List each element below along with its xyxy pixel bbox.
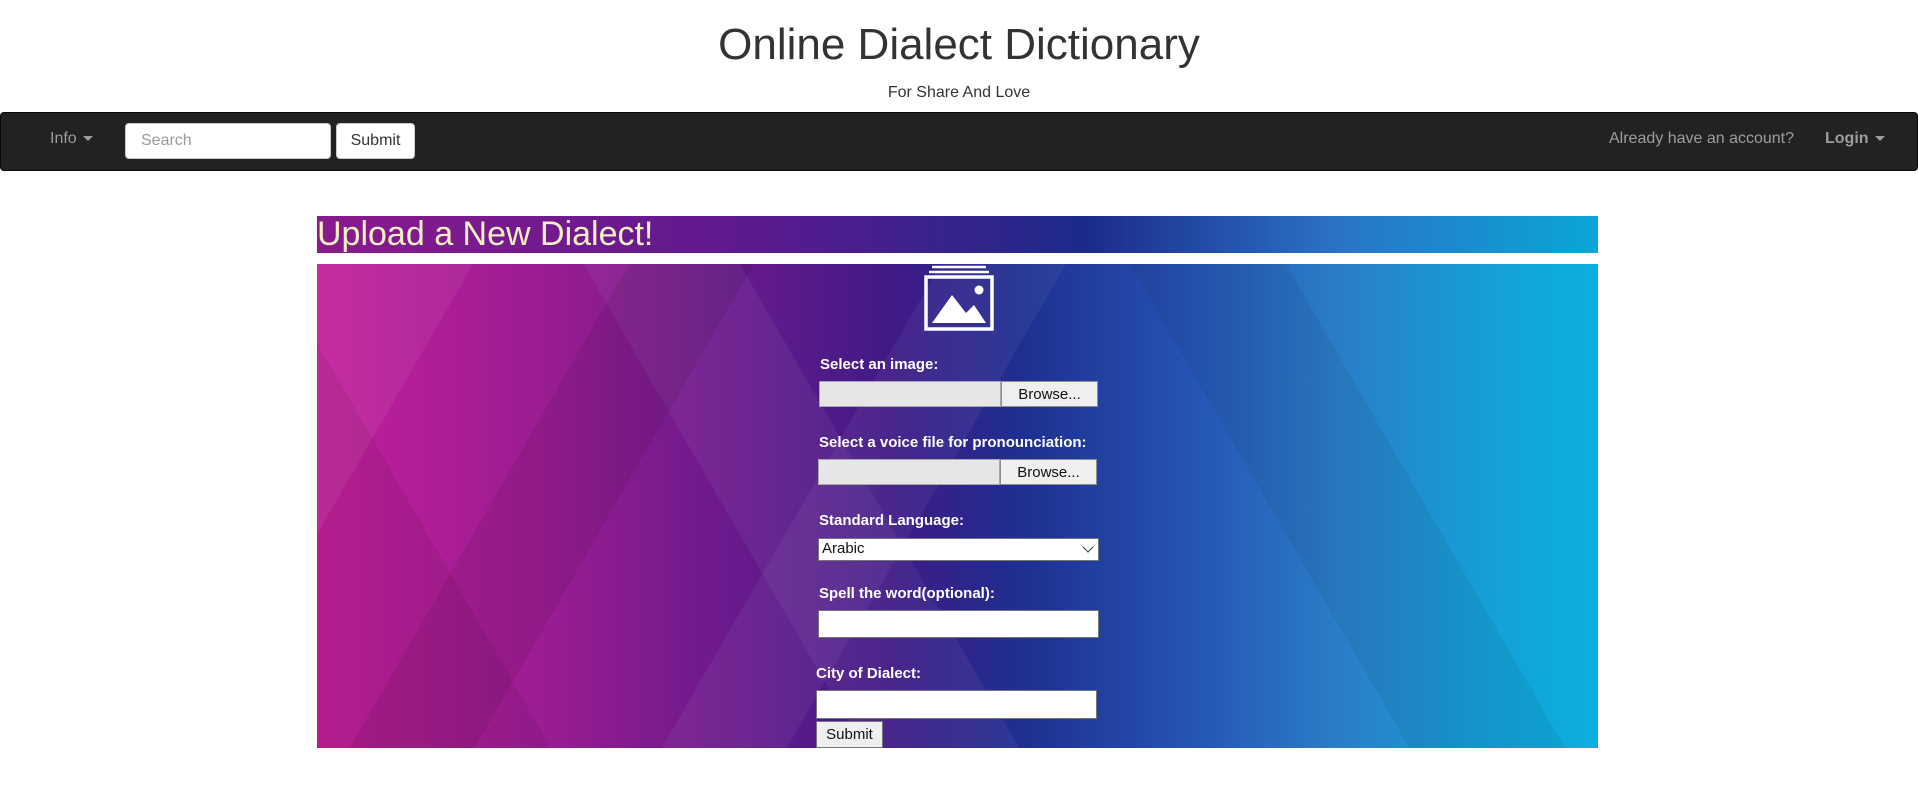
image-file-input[interactable]: Browse...: [819, 381, 1098, 407]
search-input[interactable]: [125, 123, 331, 159]
voice-browse-button[interactable]: Browse...: [1000, 459, 1097, 485]
voice-label: Select a voice file for pronounciation:: [819, 434, 1087, 451]
account-prompt: Already have an account?: [1609, 130, 1795, 147]
voice-file-field[interactable]: [818, 459, 1000, 485]
info-dropdown[interactable]: Info: [50, 130, 93, 148]
caret-down-icon: [1874, 136, 1885, 142]
image-browse-button[interactable]: Browse...: [1001, 381, 1098, 407]
login-dropdown-label: Login: [1825, 130, 1869, 147]
spell-input[interactable]: [818, 610, 1099, 638]
voice-file-input[interactable]: Browse...: [818, 459, 1097, 485]
caret-down-icon: [82, 136, 93, 142]
page-title: Online Dialect Dictionary: [718, 20, 1200, 69]
image-label: Select an image:: [820, 356, 939, 373]
search-submit-button[interactable]: Submit: [336, 123, 415, 159]
upload-form-panel: Select an image: Browse... Select a voic…: [317, 264, 1598, 748]
site-header: Online Dialect Dictionary For Share And …: [0, 0, 1918, 112]
image-file-field[interactable]: [819, 381, 1001, 407]
upload-banner-title: Upload a New Dialect!: [317, 216, 654, 253]
top-navbar: Info Submit Already have an account? Log…: [0, 112, 1918, 171]
spell-label: Spell the word(optional):: [819, 585, 995, 602]
login-dropdown[interactable]: Login: [1825, 130, 1885, 148]
language-selected-value: Arabic: [822, 540, 865, 557]
language-label: Standard Language:: [819, 512, 965, 529]
city-input[interactable]: [816, 690, 1097, 719]
upload-submit-button[interactable]: Submit: [816, 721, 883, 748]
chevron-down-icon: [1082, 541, 1094, 553]
language-select[interactable]: Arabic: [818, 538, 1099, 561]
info-dropdown-label: Info: [50, 130, 77, 147]
page-subtitle: For Share And Love: [887, 84, 1031, 101]
city-label: City of Dialect:: [816, 665, 922, 682]
upload-banner: Upload a New Dialect!: [317, 216, 1598, 253]
image-gallery-icon: [924, 265, 994, 331]
